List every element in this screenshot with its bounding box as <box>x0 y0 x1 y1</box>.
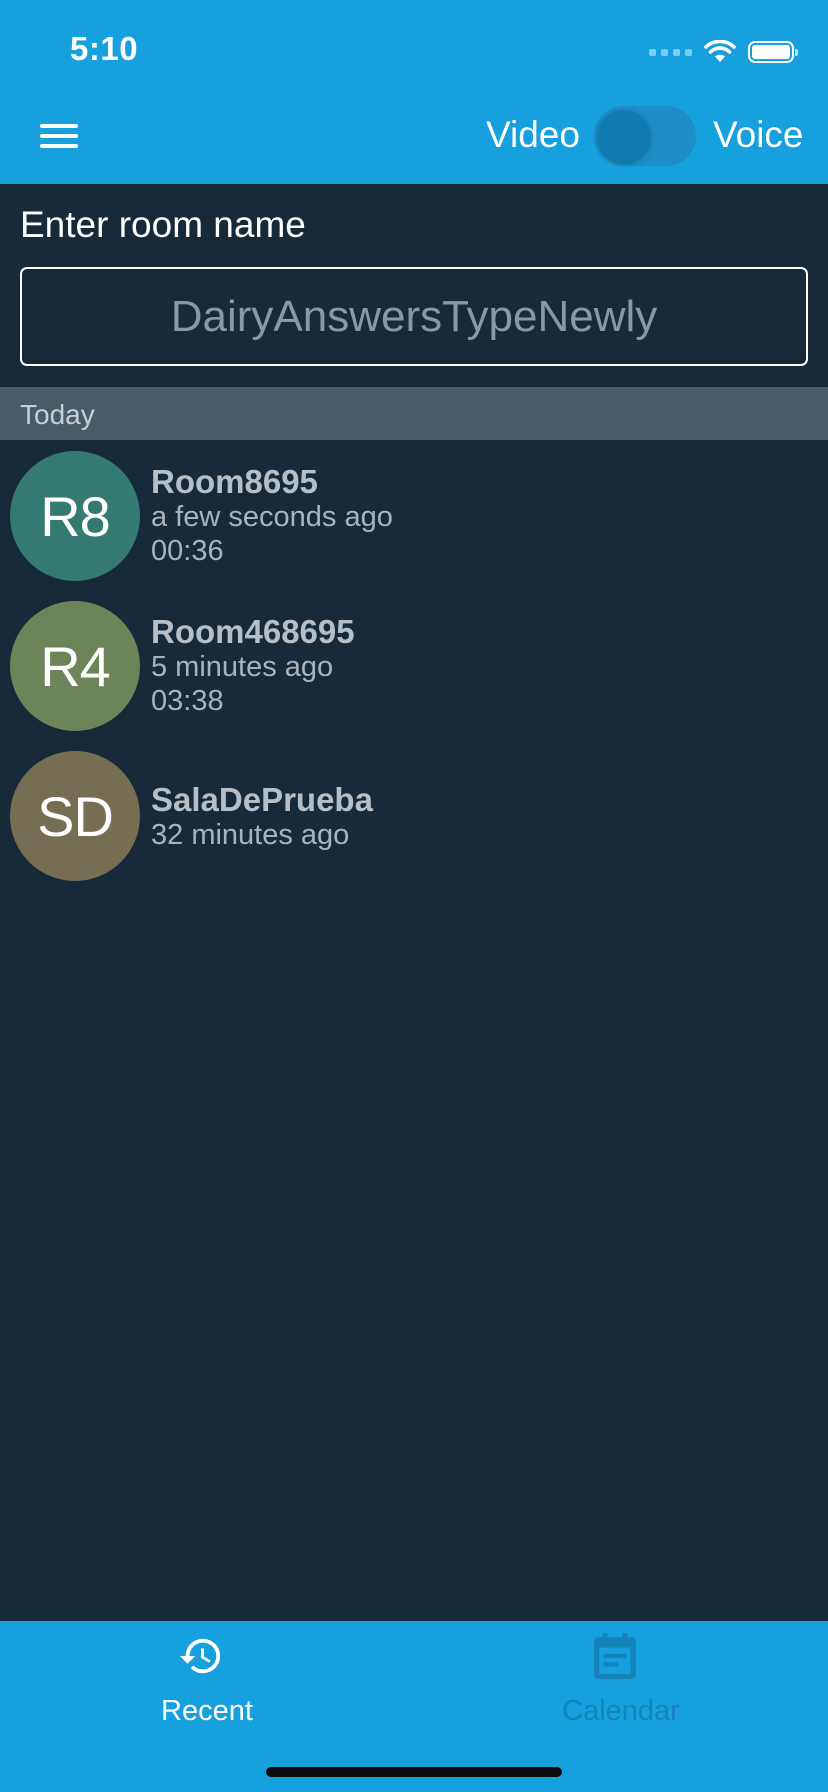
video-voice-toggle[interactable] <box>594 106 696 166</box>
tab-recent[interactable]: Recent <box>0 1621 414 1741</box>
room-avatar: R8 <box>10 451 140 581</box>
status-time: 5:10 <box>70 30 139 67</box>
wifi-icon <box>704 40 736 62</box>
room-time-ago: 32 minutes ago <box>151 819 350 851</box>
room-duration: 00:36 <box>151 535 224 567</box>
room-list-item[interactable]: SD SalaDePrueba 32 minutes ago <box>0 750 828 890</box>
room-avatar: SD <box>10 751 140 881</box>
calendar-icon <box>594 1633 636 1679</box>
room-name: Room8695 <box>151 463 318 500</box>
video-label: Video <box>486 114 580 155</box>
app-header: 5:10 Video Voice <box>0 0 828 184</box>
section-title: Today <box>20 399 95 430</box>
room-avatar: R4 <box>10 601 140 731</box>
battery-icon <box>748 41 798 63</box>
room-name-label: Enter room name <box>20 204 306 245</box>
room-list-item[interactable]: R8 Room8695 a few seconds ago 00:36 <box>0 450 828 590</box>
tab-label: Recent <box>161 1695 253 1727</box>
voice-label: Voice <box>713 114 804 155</box>
section-header-today: Today <box>0 387 828 440</box>
cellular-signal-icon <box>649 48 692 56</box>
tab-label: Calendar <box>562 1695 680 1727</box>
room-name: Room468695 <box>151 613 355 650</box>
room-time-ago: a few seconds ago <box>151 501 393 533</box>
room-duration: 03:38 <box>151 685 224 717</box>
tab-calendar[interactable]: Calendar <box>414 1621 828 1741</box>
room-list-item[interactable]: R4 Room468695 5 minutes ago 03:38 <box>0 600 828 740</box>
room-time-ago: 5 minutes ago <box>151 651 334 683</box>
menu-button[interactable] <box>36 118 82 154</box>
room-name: SalaDePrueba <box>151 781 373 818</box>
status-icons <box>649 34 798 70</box>
home-indicator <box>266 1767 562 1777</box>
history-icon <box>179 1638 221 1674</box>
toggle-knob <box>598 110 650 162</box>
room-name-input[interactable] <box>20 267 808 366</box>
